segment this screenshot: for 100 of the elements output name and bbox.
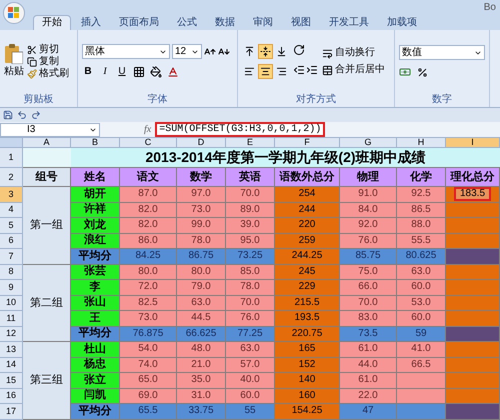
font-name-field[interactable]: 黑体 bbox=[82, 44, 170, 59]
ribbon-tab[interactable]: 审阅 bbox=[245, 15, 281, 30]
name-cell: 平均分 bbox=[71, 249, 120, 264]
column-header[interactable]: G bbox=[340, 138, 397, 148]
result-cell bbox=[446, 234, 500, 249]
row-number[interactable]: 1 bbox=[0, 148, 23, 168]
column-header[interactable]: A bbox=[23, 138, 71, 148]
shrink-font-icon[interactable] bbox=[218, 46, 230, 58]
score-cell: 21.0 bbox=[177, 358, 226, 373]
score-cell: 31.0 bbox=[177, 388, 226, 404]
score-cell: 70.0 bbox=[226, 187, 275, 202]
score-cell: 55 bbox=[226, 404, 275, 420]
undo-icon[interactable] bbox=[17, 110, 27, 120]
row-number[interactable]: 9 bbox=[0, 280, 23, 296]
score-cell: 57.0 bbox=[226, 358, 275, 373]
ribbon-tab[interactable]: 加载项 bbox=[379, 15, 425, 30]
row-number[interactable]: 16 bbox=[0, 388, 23, 404]
merge-center-button[interactable]: 合并后居中 bbox=[322, 64, 385, 76]
cut-button[interactable]: 剪切 bbox=[27, 44, 69, 54]
column-header[interactable]: I bbox=[446, 138, 500, 148]
row-number[interactable]: 10 bbox=[0, 296, 23, 311]
score-cell: 60.0 bbox=[397, 280, 446, 296]
row-number[interactable]: 17 bbox=[0, 404, 23, 420]
score-cell: 63.0 bbox=[177, 296, 226, 311]
column-header[interactable]: C bbox=[120, 138, 177, 148]
row-number[interactable]: 7 bbox=[0, 249, 23, 264]
bold-button[interactable]: B bbox=[82, 64, 94, 79]
row-number[interactable]: 11 bbox=[0, 311, 23, 326]
underline-button[interactable]: U bbox=[116, 64, 128, 79]
italic-button[interactable]: I bbox=[99, 64, 111, 79]
row-number[interactable]: 15 bbox=[0, 373, 23, 388]
ribbon-tab[interactable]: 公式 bbox=[169, 15, 205, 30]
row-number[interactable]: 5 bbox=[0, 218, 23, 234]
column-header[interactable]: H bbox=[397, 138, 446, 148]
save-icon[interactable] bbox=[3, 110, 13, 120]
row-number[interactable]: 3 bbox=[0, 187, 23, 202]
score-cell: 80.625 bbox=[397, 249, 446, 264]
name-cell: 平均分 bbox=[71, 326, 120, 342]
score-cell: 97.0 bbox=[177, 187, 226, 202]
row-number[interactable]: 13 bbox=[0, 342, 23, 358]
redo-icon[interactable] bbox=[31, 110, 41, 120]
format-painter-button[interactable]: 格式刷 bbox=[27, 68, 69, 78]
row-number[interactable]: 6 bbox=[0, 234, 23, 249]
column-heading: 化学 bbox=[397, 168, 446, 187]
row-number[interactable]: 2 bbox=[0, 168, 23, 187]
scissors-icon bbox=[27, 44, 37, 54]
row-number[interactable]: 8 bbox=[0, 264, 23, 280]
score-cell: 84.0 bbox=[340, 202, 397, 218]
increase-indent-icon[interactable] bbox=[306, 64, 318, 76]
formula-field[interactable]: =SUM(OFFSET(G3:H3,0,0,1,2)) bbox=[155, 122, 326, 137]
score-cell: 77.25 bbox=[226, 326, 275, 342]
orientation-icon[interactable] bbox=[293, 44, 305, 56]
result-cell bbox=[446, 311, 500, 326]
result-cell bbox=[446, 218, 500, 234]
ribbon-tab[interactable]: 视图 bbox=[283, 15, 319, 30]
percent-icon[interactable] bbox=[417, 66, 428, 78]
column-header[interactable]: D bbox=[177, 138, 226, 148]
vertical-align-button[interactable] bbox=[258, 44, 273, 59]
paste-button[interactable]: 粘贴 bbox=[4, 44, 24, 79]
fill-color-icon[interactable] bbox=[150, 66, 162, 78]
wrap-text-button[interactable]: 自动换行 bbox=[322, 48, 385, 58]
merge-cells-icon bbox=[322, 64, 333, 76]
score-cell: 66.5 bbox=[397, 358, 446, 373]
currency-icon[interactable] bbox=[399, 66, 411, 78]
score-cell: 73.25 bbox=[226, 249, 275, 264]
borders-icon[interactable] bbox=[133, 66, 145, 78]
name-cell: 杜山 bbox=[71, 342, 120, 358]
score-cell: 39.0 bbox=[226, 218, 275, 234]
office-button[interactable] bbox=[3, 2, 25, 24]
row-number[interactable]: 12 bbox=[0, 326, 23, 342]
group-label-cell: 第二组 bbox=[23, 264, 71, 342]
font-color-icon[interactable] bbox=[167, 66, 179, 78]
font-size-field[interactable]: 12 bbox=[172, 44, 202, 59]
column-heading: 物理 bbox=[340, 168, 397, 187]
score-cell: 92.5 bbox=[397, 187, 446, 202]
result-cell bbox=[446, 280, 500, 296]
horizontal-align-button[interactable] bbox=[258, 64, 273, 79]
score-cell: 85.75 bbox=[340, 249, 397, 264]
grow-font-icon[interactable] bbox=[204, 46, 216, 58]
ribbon-tab[interactable]: 插入 bbox=[73, 15, 109, 30]
score-cell bbox=[397, 404, 446, 420]
score-cell: 193.5 bbox=[275, 311, 340, 326]
ribbon-tab[interactable]: 开发工具 bbox=[321, 15, 377, 30]
ribbon-tab[interactable]: 开始 bbox=[33, 15, 71, 30]
name-cell: 刘龙 bbox=[71, 218, 120, 234]
ribbon-tab[interactable]: 页面布局 bbox=[111, 15, 167, 30]
name-cell: 杨忠 bbox=[71, 358, 120, 373]
column-header[interactable]: F bbox=[275, 138, 340, 148]
column-header[interactable]: E bbox=[226, 138, 275, 148]
row-number[interactable]: 4 bbox=[0, 202, 23, 218]
copy-button[interactable]: 复制 bbox=[27, 56, 69, 66]
function-icon[interactable]: fx bbox=[144, 122, 152, 137]
ribbon-tab[interactable]: 数据 bbox=[207, 15, 243, 30]
number-format-field[interactable]: 数值 bbox=[399, 45, 485, 60]
row-number[interactable]: 14 bbox=[0, 358, 23, 373]
score-cell: 140 bbox=[275, 373, 340, 388]
decrease-indent-icon[interactable] bbox=[293, 64, 305, 76]
score-cell: 259 bbox=[275, 234, 340, 249]
column-header[interactable]: B bbox=[71, 138, 120, 148]
name-box[interactable]: I3 bbox=[0, 122, 100, 136]
